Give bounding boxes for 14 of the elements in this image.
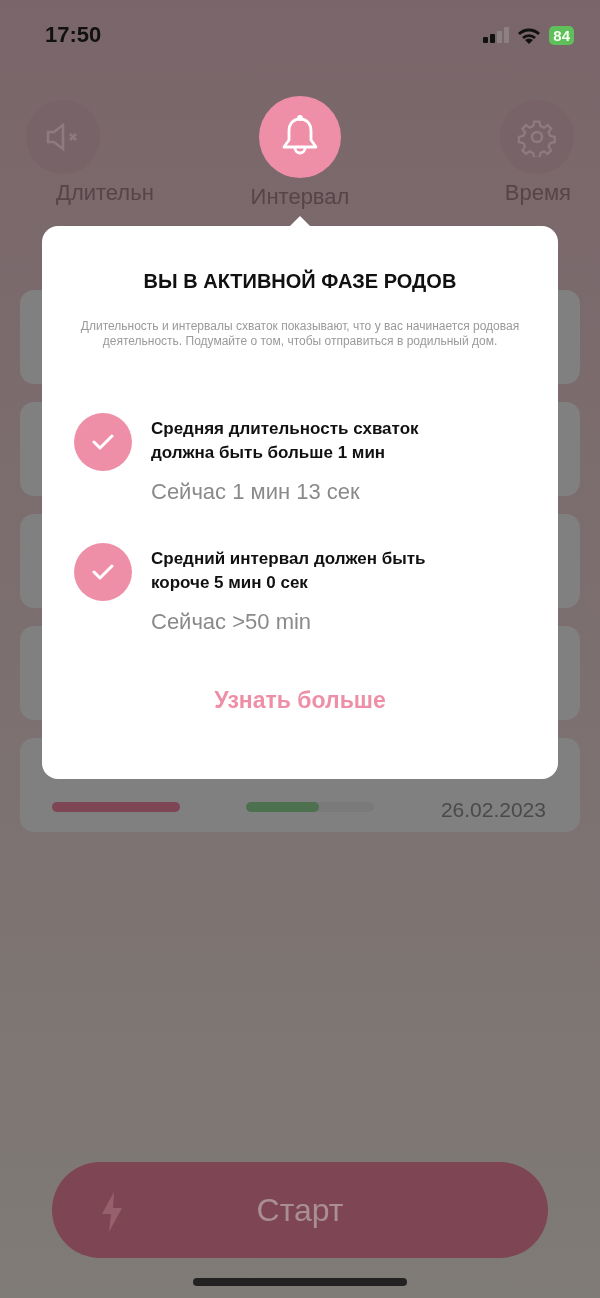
- start-button[interactable]: Старт: [52, 1162, 548, 1258]
- signal-icon: [483, 27, 510, 43]
- criterion-text: Средний интервал должен быть короче 5 мин 0 сек: [151, 548, 427, 594]
- settings-icon: [517, 117, 557, 157]
- wifi-icon: [517, 26, 542, 44]
- criterion-text: Средняя длительность схваток должна быть больше 1 мин: [151, 418, 420, 464]
- status-time: 17:50: [45, 22, 102, 48]
- current-value: Сейчас 1 мин 13 сек: [151, 479, 361, 505]
- popup-description: Длительность и интервалы схваток показывают, что у вас начинается родовая деятельность. Подумайте о том, чтобы отправиться в родильный дом.: [79, 319, 521, 349]
- learn-more-link[interactable]: Узнать больше: [214, 687, 386, 714]
- current-value: Сейчас >50 min: [151, 609, 313, 635]
- lightning-icon: [100, 1192, 124, 1232]
- popup-title: ВЫ В АКТИВНОЙ ФАЗЕ РОДОВ: [143, 270, 457, 293]
- battery-level: 84: [549, 25, 574, 45]
